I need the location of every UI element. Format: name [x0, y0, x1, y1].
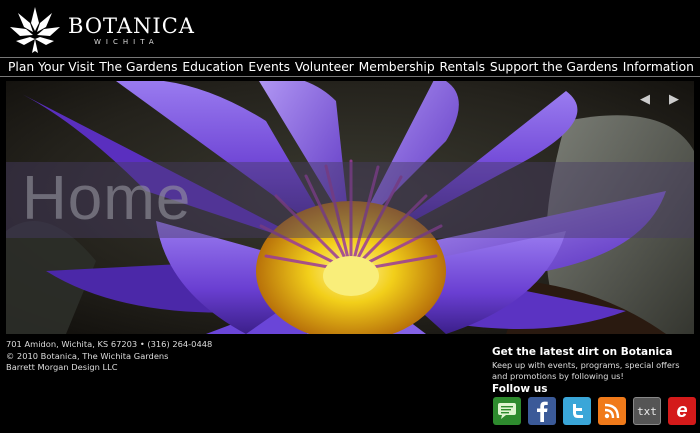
brand-name: BOTANICA	[68, 13, 195, 38]
footer-info: 701 Amidon, Wichita, KS 67203 • (316) 26…	[6, 339, 212, 374]
site-header: BOTANICA WICHITA	[0, 0, 700, 58]
brand-sublabel: WICHITA	[94, 37, 159, 46]
design-credit[interactable]: Barrett Morgan Design LLC	[6, 362, 212, 374]
page-title: Home	[22, 164, 192, 233]
nav-support-the-gardens[interactable]: Support the Gardens	[490, 60, 618, 74]
text-message-icon[interactable]: txt	[633, 397, 661, 425]
chat-icon[interactable]	[493, 397, 521, 425]
facebook-icon[interactable]	[528, 397, 556, 425]
nav-volunteer[interactable]: Volunteer	[295, 60, 354, 74]
slideshow-next-icon[interactable]: ▶	[665, 91, 683, 109]
nav-membership[interactable]: Membership	[359, 60, 435, 74]
newsletter-title: Get the latest dirt on Botanica	[492, 346, 673, 358]
follow-us-label: Follow us	[492, 383, 548, 395]
rss-icon[interactable]	[598, 397, 626, 425]
nav-rentals[interactable]: Rentals	[439, 60, 485, 74]
lotus-logo-icon	[10, 7, 60, 53]
nav-plan-your-visit[interactable]: Plan Your Visit	[8, 60, 94, 74]
newsletter-text: Keep up with events, programs, special o…	[492, 360, 680, 381]
copyright: © 2010 Botanica, The Wichita Gardens	[6, 350, 169, 361]
hero-banner: Home ◀ ▶	[6, 81, 694, 334]
slideshow-prev-icon[interactable]: ◀	[636, 91, 654, 109]
site-logo[interactable]: BOTANICA WICHITA	[8, 5, 195, 55]
nav-the-gardens[interactable]: The Gardens	[99, 60, 177, 74]
nav-education[interactable]: Education	[182, 60, 243, 74]
main-nav: Plan Your Visit The Gardens Education Ev…	[0, 57, 700, 77]
text-message-label: txt	[637, 404, 657, 418]
twitter-icon[interactable]	[563, 397, 591, 425]
email-label: e	[676, 399, 688, 422]
nav-events[interactable]: Events	[248, 60, 290, 74]
social-links: txt e	[493, 397, 700, 425]
address: 701 Amidon, Wichita, KS 67203 • (316) 26…	[6, 339, 213, 349]
newsletter-block: Get the latest dirt on Botanica Keep up …	[492, 346, 697, 395]
nav-information[interactable]: Information	[623, 60, 694, 74]
email-icon[interactable]: e	[668, 397, 696, 425]
